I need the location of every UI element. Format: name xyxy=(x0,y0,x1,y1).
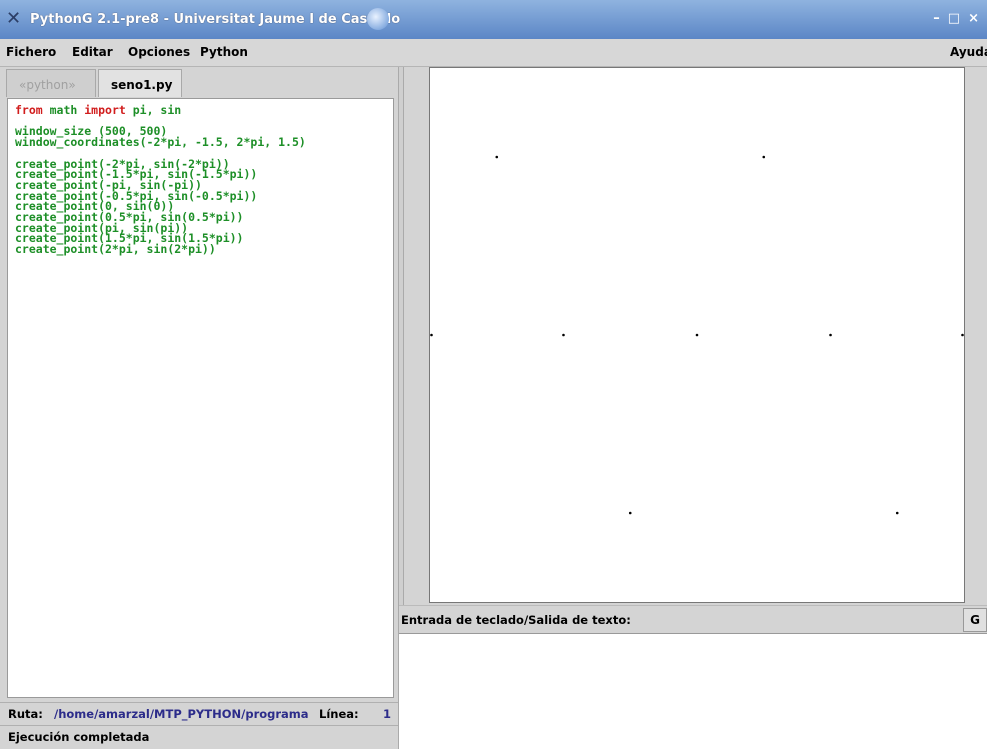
window-title: PythonG 2.1-pre8 - Universitat Jaume I d… xyxy=(30,12,401,27)
tab-python-shell[interactable]: «python» xyxy=(6,69,96,97)
editor-pane: «python» seno1.py from math import pi, s… xyxy=(0,67,398,749)
code-editor[interactable]: from math import pi, sin window_size (50… xyxy=(7,98,394,698)
plot-point xyxy=(961,333,964,337)
code-text[interactable]: from math import pi, sin window_size (50… xyxy=(15,103,306,257)
line-label: Línea: xyxy=(319,707,359,721)
plot-point xyxy=(495,155,499,159)
tab-seno1[interactable]: seno1.py xyxy=(98,69,182,97)
line-value: 1 xyxy=(383,707,392,721)
menu-ayuda[interactable]: Ayuda xyxy=(950,45,987,59)
plot-point xyxy=(895,511,899,515)
minimize-button[interactable]: – xyxy=(933,11,940,26)
code-line: window_coordinates(-2*pi, -1.5, 2*pi, 1.… xyxy=(15,135,306,150)
io-bar: Entrada de teclado/Salida de texto: G xyxy=(399,605,987,633)
status-message: Ejecución completada xyxy=(8,730,150,744)
menu-python[interactable]: Python xyxy=(200,45,248,59)
path-label: Ruta: xyxy=(8,707,43,721)
path-value: /home/amarzal/MTP_PYTHON/programa xyxy=(54,707,309,721)
menu-opciones[interactable]: Opciones xyxy=(128,45,190,59)
plot-point xyxy=(628,511,632,515)
menu-fichero[interactable]: Fichero xyxy=(6,45,56,59)
app-logo-icon xyxy=(367,8,389,30)
code-line: create_point(2*pi, sin(2*pi)) xyxy=(15,242,216,257)
io-g-button[interactable]: G xyxy=(963,608,987,632)
graphics-canvas xyxy=(429,67,965,603)
app-x-icon: ✕ xyxy=(6,8,22,29)
code-line: from math import pi, sin xyxy=(15,103,182,117)
title-bar: ✕ PythonG 2.1-pre8 - Universitat Jaume I… xyxy=(0,0,987,39)
path-status-bar: Ruta: /home/amarzal/MTP_PYTHON/programa … xyxy=(0,702,398,723)
plot-point xyxy=(762,155,766,159)
io-label: Entrada de teclado/Salida de texto: xyxy=(401,613,631,627)
maximize-button[interactable]: □ xyxy=(948,11,960,26)
graphics-svg xyxy=(430,155,964,515)
window-controls: – □ × xyxy=(933,11,979,26)
io-text-area[interactable] xyxy=(399,633,987,749)
menu-editar[interactable]: Editar xyxy=(72,45,113,59)
plot-point xyxy=(829,333,832,337)
close-button[interactable]: × xyxy=(968,11,979,26)
plot-point xyxy=(430,333,433,337)
canvas-area xyxy=(405,67,987,605)
message-status-bar: Ejecución completada xyxy=(0,725,398,746)
menu-bar: Fichero Editar Opciones Python Ayuda xyxy=(0,39,987,67)
plot-point xyxy=(695,333,699,337)
plot-point xyxy=(562,333,565,337)
